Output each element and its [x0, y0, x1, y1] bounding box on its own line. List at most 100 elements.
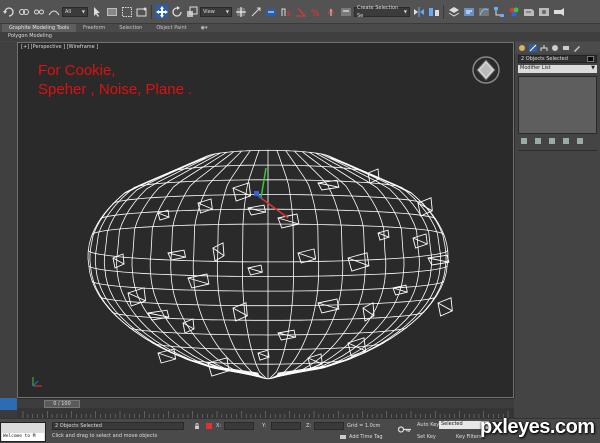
angle-snap-icon[interactable]: [294, 5, 307, 18]
toolbar-separator: [151, 4, 152, 19]
curve-editor-icon[interactable]: [477, 5, 490, 18]
graphite-tools-icon[interactable]: [462, 5, 475, 18]
auto-key-button[interactable]: Auto Key: [417, 422, 439, 428]
meridian-line: [272, 150, 344, 379]
mirror-icon[interactable]: [412, 5, 425, 18]
chip-wire: [347, 252, 370, 272]
svg-text:3: 3: [286, 10, 290, 18]
select-scale-icon[interactable]: [185, 5, 198, 18]
show-end-result-icon[interactable]: [535, 138, 541, 144]
ribbon-options-toggle[interactable]: ◉▾: [194, 24, 215, 32]
percent-snap-icon[interactable]: %: [309, 5, 322, 18]
chip-wire: [212, 242, 225, 262]
maxscript-input[interactable]: Welcome to M: [2, 433, 44, 441]
tab-object-paint[interactable]: Object Paint: [149, 24, 193, 32]
select-rotate-icon[interactable]: [170, 5, 183, 18]
object-name-field[interactable]: 2 Objects Selected: [518, 55, 597, 63]
select-by-name-icon[interactable]: [105, 5, 118, 18]
track-bar-toggle[interactable]: [0, 410, 17, 418]
spinner-snap-icon[interactable]: [324, 5, 337, 18]
time-slider[interactable]: 0 / 100: [17, 398, 514, 408]
add-time-tag-button[interactable]: Add Time Tag: [349, 434, 383, 440]
z-coord-field[interactable]: [314, 422, 344, 430]
pin-stack-icon[interactable]: [521, 138, 527, 144]
lock-selection-icon[interactable]: [194, 423, 200, 429]
viewport-label[interactable]: [+] [Perspective ] [Wireframe ]: [21, 44, 98, 50]
chip-wire: [317, 179, 340, 191]
toolbar-separator: [443, 4, 444, 19]
render-production-icon[interactable]: [552, 5, 565, 18]
layer-manager-icon[interactable]: [447, 5, 460, 18]
y-coord-field[interactable]: [271, 422, 301, 430]
tab-freeform[interactable]: Freeform: [76, 24, 112, 32]
tab-selection[interactable]: Selection: [112, 24, 149, 32]
utilities-tab-icon[interactable]: [573, 44, 581, 52]
create-tab-icon[interactable]: [518, 44, 526, 52]
keyboard-shortcut-icon[interactable]: [264, 5, 277, 18]
absolute-mode-icon[interactable]: [206, 423, 212, 429]
prompt-line: Click and drag to select and move object…: [52, 433, 158, 439]
select-manipulate-icon[interactable]: [249, 5, 262, 18]
z-label: Z:: [306, 423, 312, 429]
chip-wire: [247, 204, 267, 216]
modifier-list-dropdown[interactable]: Modifier List ▼: [518, 65, 597, 73]
modifier-stack[interactable]: [518, 76, 597, 134]
chevron-down-icon: ▼: [591, 65, 595, 71]
track-bar-ruler[interactable]: [17, 408, 514, 418]
chip-wire: [167, 249, 187, 261]
schematic-view-icon[interactable]: [492, 5, 505, 18]
ribbon-panel-title[interactable]: Polygon Modeling: [0, 32, 600, 41]
meridian-line: [277, 154, 433, 376]
material-editor-icon[interactable]: [507, 5, 520, 18]
display-tab-icon[interactable]: [562, 44, 570, 52]
rendered-frame-window-icon[interactable]: [537, 5, 550, 18]
bind-space-warp-icon[interactable]: [47, 5, 60, 18]
watermark-logo: pxleyes.com: [480, 416, 595, 438]
panel-filler: [514, 398, 600, 418]
window-crossing-icon[interactable]: [135, 5, 148, 18]
unlink-icon[interactable]: [32, 5, 45, 18]
align-icon[interactable]: [427, 5, 440, 18]
annotation-line-1: For Cookie,: [38, 62, 116, 79]
remove-modifier-icon[interactable]: [563, 138, 569, 144]
motion-tab-icon[interactable]: [551, 44, 559, 52]
rectangular-selection-icon[interactable]: [120, 5, 133, 18]
x-coord-field[interactable]: [224, 422, 254, 430]
configure-modifier-sets-icon[interactable]: [577, 138, 583, 144]
meridian-line: [89, 156, 259, 375]
wire-mesh: [87, 149, 453, 380]
render-setup-icon[interactable]: [522, 5, 535, 18]
set-key-button[interactable]: Set Key: [417, 434, 436, 440]
perspective-viewport[interactable]: [+] [Perspective ] [Wireframe ] For Cook…: [17, 42, 514, 398]
panel-divider: [518, 150, 597, 151]
meridian-line: [269, 150, 294, 379]
meridian-line: [103, 154, 259, 376]
grid-size-text: Grid = 1.0cm: [347, 423, 381, 429]
named-selection-set-dropdown[interactable]: Create Selection Se ▼: [354, 5, 410, 19]
tab-graphite-modeling-tools[interactable]: Graphite Modeling Tools: [2, 24, 77, 32]
hierarchy-tab-icon[interactable]: [540, 44, 548, 52]
snap-toggle-icon[interactable]: 3: [279, 5, 292, 18]
chip-wire: [232, 182, 252, 202]
select-move-icon[interactable]: [155, 5, 168, 18]
annotation-line-2: Speher , Noise, Plane .: [38, 81, 193, 98]
modify-tab-icon[interactable]: [529, 43, 537, 52]
set-key-icon[interactable]: [398, 425, 412, 434]
selection-filter-dropdown[interactable]: All ▼: [62, 6, 88, 17]
select-link-icon[interactable]: [17, 5, 30, 18]
edit-named-selection-icon[interactable]: [339, 5, 352, 18]
undo-icon[interactable]: [2, 5, 15, 18]
chip-wire: [277, 213, 300, 229]
meridian-line: [270, 150, 320, 379]
make-unique-icon[interactable]: [549, 138, 555, 144]
object-color-swatch[interactable]: [587, 56, 594, 62]
reference-coordinate-dropdown[interactable]: View ▼: [200, 6, 232, 17]
chip-wire: [257, 349, 270, 361]
pivot-center-icon[interactable]: [234, 5, 247, 18]
y-label: Y:: [262, 423, 267, 429]
maxscript-listener[interactable]: Welcome to M: [0, 422, 46, 442]
time-slider-thumb[interactable]: 0 / 100: [44, 400, 80, 408]
time-tag-icon[interactable]: [340, 434, 346, 440]
viewcube-icon[interactable]: [471, 55, 501, 85]
select-object-icon[interactable]: [90, 5, 103, 18]
